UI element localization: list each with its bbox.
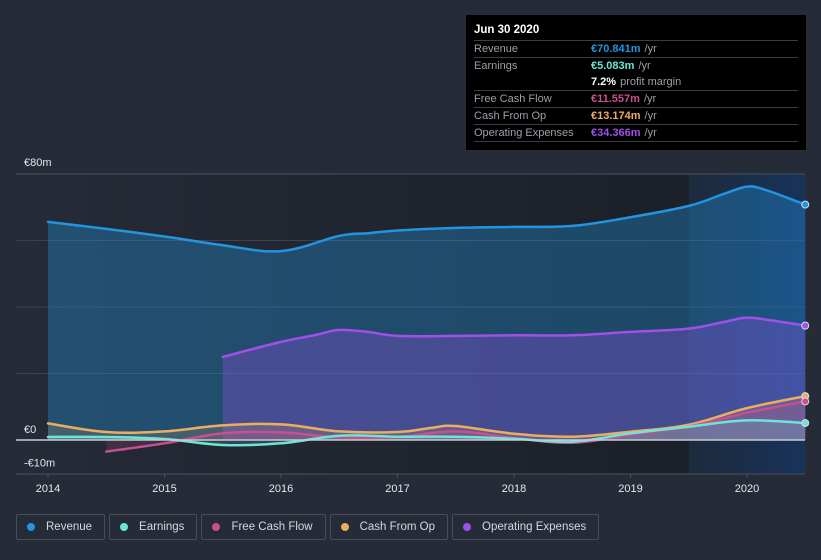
tooltip-value: €13.174m xyxy=(591,110,641,122)
legend-item-revenue[interactable]: Revenue xyxy=(16,514,106,540)
x-tick-label: 2020 xyxy=(735,483,759,495)
tooltip-label xyxy=(474,74,591,90)
y-tick-label: €0 xyxy=(24,424,36,436)
chart-legend: Revenue Earnings Free Cash Flow Cash From O… xyxy=(16,514,600,540)
legend-label: Earnings xyxy=(139,521,185,533)
legend-item-cash-from-op[interactable]: Cash From Op xyxy=(329,514,449,540)
tooltip-unit: /yr xyxy=(644,127,657,139)
legend-label: Cash From Op xyxy=(359,521,436,533)
legend-item-free-cash-flow[interactable]: Free Cash Flow xyxy=(201,514,326,540)
tooltip-label: Free Cash Flow xyxy=(474,93,552,105)
revenue-end-marker[interactable] xyxy=(801,200,810,209)
earnings-end-marker[interactable] xyxy=(801,419,810,428)
legend-dot-icon xyxy=(340,523,349,531)
tooltip-date: Jun 30 2020 xyxy=(474,23,798,41)
tooltip-row-operating-expenses: Operating Expenses €34.366m/yr xyxy=(474,125,798,142)
tooltip-unit: /yr xyxy=(644,43,657,55)
tooltip-unit: /yr xyxy=(638,60,651,72)
data-tooltip: Jun 30 2020 Revenue €70.841m/yr Earnings €5… xyxy=(466,15,806,150)
tooltip-unit: /yr xyxy=(643,93,657,105)
x-tick-label: 2014 xyxy=(36,483,60,495)
x-tick-label: 2019 xyxy=(618,483,642,495)
tooltip-value: €70.841m xyxy=(591,43,641,55)
tooltip-rows: Revenue €70.841m/yr Earnings €5.083m/yr 7.2%… xyxy=(474,41,798,142)
tooltip-row-cash-from-op: Cash From Op €13.174m/yr xyxy=(474,108,798,125)
tooltip-label: Revenue xyxy=(474,43,519,55)
legend-dot-icon xyxy=(27,523,35,531)
tooltip-label: Cash From Op xyxy=(474,110,547,122)
legend-item-operating-expenses[interactable]: Operating Expenses xyxy=(452,514,600,540)
free-cash-flow-end-marker[interactable] xyxy=(801,397,810,406)
legend-item-earnings[interactable]: Earnings xyxy=(109,514,198,540)
legend-label: Operating Expenses xyxy=(482,521,587,533)
legend-label: Revenue xyxy=(46,521,93,533)
legend-dot-icon xyxy=(120,523,129,531)
tooltip-value: €34.366m xyxy=(591,127,641,139)
tooltip-row-free-cash-flow: Free Cash Flow €11.557m/yr xyxy=(474,91,798,108)
x-tick-label: 2018 xyxy=(502,483,526,495)
y-tick-label: -€10m xyxy=(24,457,55,469)
tooltip-unit: /yr xyxy=(644,110,657,122)
operating-expenses-end-marker[interactable] xyxy=(801,321,810,330)
x-tick-label: 2017 xyxy=(385,483,409,495)
tooltip-row-earnings: Earnings €5.083m/yr xyxy=(474,58,798,74)
tooltip-row-profit-margin: 7.2% profit margin xyxy=(474,74,798,91)
tooltip-label: Earnings xyxy=(474,60,518,72)
tooltip-value: 7.2% xyxy=(591,76,617,88)
tooltip-unit: profit margin xyxy=(620,76,682,88)
legend-dot-icon xyxy=(212,523,221,531)
tooltip-value: €5.083m xyxy=(591,60,635,72)
x-tick-label: 2015 xyxy=(152,483,176,495)
x-axis-ticks: 2014 2015 2016 2017 2018 2019 2020 xyxy=(36,474,759,495)
tooltip-row-revenue: Revenue €70.841m/yr xyxy=(474,41,798,58)
legend-label: Free Cash Flow xyxy=(231,521,313,533)
y-tick-label: €80m xyxy=(24,157,52,169)
tooltip-value: €11.557m xyxy=(591,93,640,105)
legend-dot-icon xyxy=(463,523,472,531)
tooltip-label: Operating Expenses xyxy=(474,127,574,139)
x-tick-label: 2016 xyxy=(269,483,293,495)
